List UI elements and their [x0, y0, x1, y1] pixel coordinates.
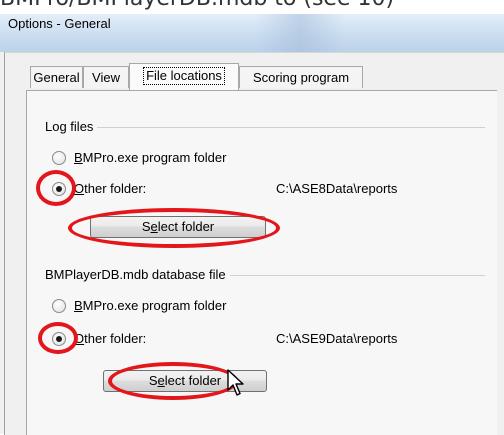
- tab-general[interactable]: General: [30, 66, 83, 88]
- tab-file-locations[interactable]: File locations: [129, 63, 239, 90]
- title-bar-shade: [255, 14, 345, 52]
- db-radio-other-folder-label: Other folder:: [74, 331, 147, 346]
- tab-file-locations-label: File locations: [143, 67, 225, 85]
- log-radio-program-folder-label: BMPro.exe program folder: [74, 150, 227, 165]
- log-files-group-label: Log files: [45, 119, 98, 134]
- db-other-radio-highlight-ring: [38, 322, 78, 354]
- db-file-path: C:\ASE9Data\reports: [276, 331, 398, 346]
- log-other-radio-highlight-ring: [36, 170, 76, 206]
- document-caption: BMPro/BMPlayerDB.mdb to (see 10): [0, 0, 504, 14]
- arrow-cursor-icon: [227, 369, 244, 396]
- log-select-folder-highlight-ring: [68, 208, 280, 248]
- db-radio-program-folder-label: BMPro.exe program folder: [74, 298, 227, 313]
- db-file-group-label: BMPlayerDB.mdb database file: [45, 267, 230, 282]
- log-files-group-line: [45, 127, 485, 128]
- db-select-folder-highlight-ring: [108, 362, 238, 400]
- tab-scoring-program[interactable]: Scoring program: [239, 66, 363, 88]
- log-radio-other-folder-label: Other folder:: [74, 181, 147, 196]
- log-files-path: C:\ASE8Data\reports: [276, 181, 398, 196]
- window-title: Options - General: [8, 16, 111, 31]
- log-radio-program-folder-button[interactable]: [52, 151, 66, 165]
- tab-view[interactable]: View: [83, 66, 129, 88]
- db-radio-program-folder-button[interactable]: [52, 299, 66, 313]
